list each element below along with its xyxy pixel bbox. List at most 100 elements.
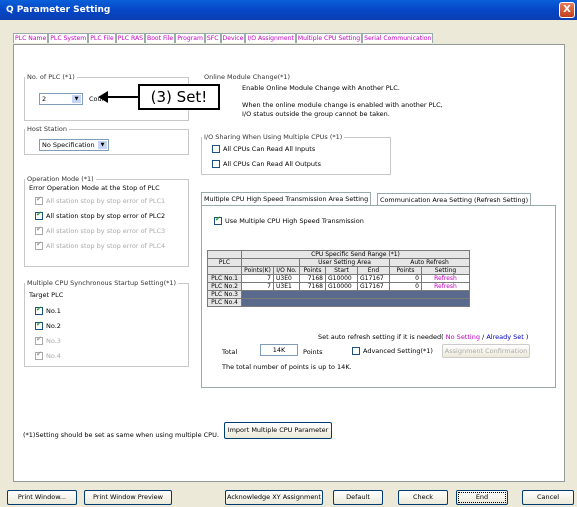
checkbox-icon[interactable] [35, 320, 43, 330]
header-user-area: User Setting Area [299, 258, 390, 267]
row-plc: PLC No.3 [207, 290, 242, 299]
sync-no2-option[interactable]: No.2 [35, 320, 61, 330]
host-station-select[interactable]: No Specification ▼ [39, 139, 109, 151]
tab-boot-file[interactable]: Boot File [145, 33, 176, 43]
sync-no4-option[interactable]: No.4 [35, 350, 61, 360]
num-plc-value: 2 [42, 95, 47, 103]
header-send-range: CPU Specific Send Range (*1) [241, 250, 470, 259]
refresh-link[interactable]: Refresh [421, 282, 470, 291]
stop-plc2-option[interactable]: All station stop by stop error of PLC2 [35, 210, 166, 220]
checkbox-icon[interactable] [352, 347, 360, 355]
tab-multiple-cpu-setting[interactable]: Multiple CPU Setting [295, 33, 363, 43]
sync-no4-label: No.4 [46, 352, 61, 360]
title-bar: Q Parameter Setting X [0, 0, 577, 20]
chevron-down-icon[interactable]: ▼ [72, 95, 81, 103]
corner-cell [207, 250, 242, 259]
tab-serial-communication[interactable]: Serial Communication [362, 33, 434, 43]
max-points-note: The total number of points is up to 14K. [222, 363, 352, 371]
checkbox-icon[interactable] [35, 225, 43, 235]
cell-points-k[interactable]: 7 [241, 282, 274, 291]
host-station-group: Host Station No Specification ▼ [24, 125, 189, 155]
checkbox-icon[interactable] [35, 240, 43, 250]
row-plc: PLC No.4 [207, 298, 242, 307]
row-plc: PLC No.1 [207, 274, 242, 283]
use-high-speed-option[interactable]: Use Multiple CPU High Speed Transmission [214, 215, 364, 225]
stop-plc4-option[interactable]: All station stop by stop error of PLC4 [35, 240, 166, 250]
checkbox-icon[interactable] [214, 215, 222, 225]
stop-plc4-label: All station stop by stop error of PLC4 [46, 242, 166, 250]
tab-plc-name[interactable]: PLC Name [13, 33, 49, 43]
cell-io-no: U3E0 [273, 274, 300, 283]
header-col: Setting [421, 266, 470, 275]
total-label: Total [222, 348, 238, 356]
header-col: Points [299, 266, 326, 275]
stop-plc3-option[interactable]: All station stop by stop error of PLC3 [35, 225, 165, 235]
read-inputs-option[interactable]: All CPUs Can Read All Inputs [212, 145, 315, 153]
check-button[interactable]: Check [398, 490, 448, 505]
stop-plc1-option[interactable]: All station stop by stop error of PLC1 [35, 195, 165, 205]
advanced-setting-option[interactable]: Advanced Setting(*1) [352, 347, 433, 355]
cell-auto-points: 0 [389, 282, 422, 291]
no-setting-legend: No Setting [445, 333, 480, 341]
checkbox-icon[interactable] [35, 210, 43, 220]
acknowledge-xy-button[interactable]: Acknowledge XY Assignment [225, 490, 323, 505]
import-parameter-button[interactable]: Import Multiple CPU Parameter [224, 422, 332, 439]
header-col: End [357, 266, 390, 275]
chevron-down-icon[interactable]: ▼ [98, 141, 107, 149]
host-station-legend: Host Station [27, 125, 67, 133]
total-value: 14K [260, 344, 298, 356]
cell-points-k[interactable]: 7 [241, 274, 274, 283]
header-blank [241, 258, 300, 267]
io-sharing-legend: I/O Sharing When Using Multiple CPUs (*1… [204, 133, 343, 141]
cancel-button[interactable]: Cancel [522, 490, 574, 505]
checkbox-icon[interactable] [35, 350, 43, 360]
tab-sfc[interactable]: SFC [204, 33, 221, 43]
online-module-label: Enable Online Module Change with Another… [242, 84, 400, 92]
io-sharing-group: I/O Sharing When Using Multiple CPUs (*1… [201, 133, 391, 175]
read-outputs-option[interactable]: All CPUs Can Read All Outputs [212, 160, 321, 168]
operation-mode-legend: Operation Mode (*1) [27, 175, 94, 183]
checkbox-icon[interactable] [212, 160, 220, 168]
online-module-option[interactable]: Enable Online Module Change with Another… [242, 84, 400, 92]
default-button[interactable]: Default [333, 490, 383, 505]
close-icon[interactable]: X [559, 2, 575, 18]
checkbox-icon[interactable] [212, 145, 220, 153]
table-row: PLC No.1 7 U3E0 7168 G10000 G17167 0 Ref… [207, 274, 470, 283]
sync-no1-option[interactable]: No.1 [35, 305, 61, 315]
tab-plc-system[interactable]: PLC System [48, 33, 89, 43]
print-preview-button[interactable]: Print Window Preview [84, 490, 172, 505]
tab-plc-file[interactable]: PLC File [88, 33, 116, 43]
checkbox-icon[interactable] [35, 305, 43, 315]
sync-no2-label: No.2 [46, 322, 61, 330]
tab-device[interactable]: Device [220, 33, 246, 43]
window-title: Q Parameter Setting [6, 5, 111, 15]
sync-no3-option[interactable]: No.3 [35, 335, 61, 345]
header-empty [207, 266, 242, 275]
num-plc-select[interactable]: 2 ▼ [39, 93, 83, 105]
sync-no3-label: No.3 [46, 337, 61, 345]
cell-points: 7168 [299, 282, 326, 291]
sync-startup-legend: Multiple CPU Synchronous Startup Setting… [27, 279, 177, 287]
cell-start: G10000 [325, 282, 358, 291]
checkbox-icon[interactable] [35, 195, 43, 205]
online-note-1: When the online module change is enabled… [242, 101, 443, 109]
set-callout: (3) Set! [138, 84, 220, 110]
assignment-confirmation-button[interactable]: Assignment Confirmation [442, 344, 530, 358]
stop-plc2-label: All station stop by stop error of PLC2 [46, 212, 166, 220]
tab-high-speed-area[interactable]: Multiple CPU High Speed Transmission Are… [201, 192, 372, 205]
online-module-legend: Online Module Change(*1) [204, 73, 291, 81]
header-col: Points [389, 266, 422, 275]
checkbox-icon[interactable] [35, 335, 43, 345]
tab-io-assignment[interactable]: I/O Assignment [245, 33, 296, 43]
disabled-row [241, 290, 470, 299]
tab-program[interactable]: Program [175, 33, 205, 43]
cpu-send-range-table: CPU Specific Send Range (*1) PLC User Se… [207, 250, 470, 307]
callout-arrow-line [106, 96, 138, 98]
refresh-link[interactable]: Refresh [421, 274, 470, 283]
tab-plc-ras[interactable]: PLC RAS [115, 33, 146, 43]
online-note-2: I/O status outside the group cannot be t… [242, 110, 390, 118]
footnote: (*1)Setting should be set as same when u… [23, 431, 219, 439]
end-button[interactable]: End [456, 490, 508, 505]
print-window-button[interactable]: Print Window... [7, 490, 77, 505]
total-unit: Points [303, 348, 323, 356]
